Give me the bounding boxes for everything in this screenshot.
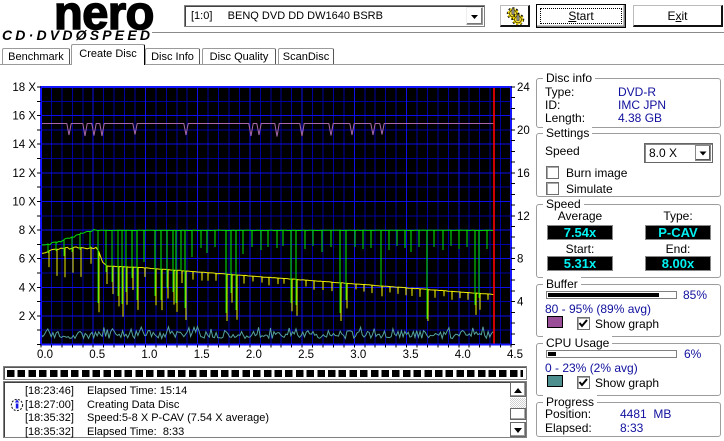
svg-text:4.5: 4.5 xyxy=(507,349,523,361)
svg-text:14 X: 14 X xyxy=(12,139,36,151)
svg-text:24: 24 xyxy=(517,82,530,94)
svg-text:8 X: 8 X xyxy=(19,225,37,237)
svg-text:8: 8 xyxy=(517,254,523,266)
svg-text:20: 20 xyxy=(517,125,530,137)
svg-text:3.5: 3.5 xyxy=(403,349,419,361)
svg-text:2.5: 2.5 xyxy=(298,349,314,361)
svg-text:4 X: 4 X xyxy=(19,282,37,294)
svg-text:12 X: 12 X xyxy=(12,168,36,180)
svg-text:0.0: 0.0 xyxy=(37,349,53,361)
svg-text:4: 4 xyxy=(517,297,524,309)
svg-text:1.0: 1.0 xyxy=(141,349,157,361)
svg-text:2.0: 2.0 xyxy=(246,349,262,361)
svg-text:3.0: 3.0 xyxy=(350,349,366,361)
svg-text:2 X: 2 X xyxy=(19,311,37,323)
svg-text:16 X: 16 X xyxy=(12,111,36,123)
svg-text:0.5: 0.5 xyxy=(89,349,105,361)
svg-text:1.5: 1.5 xyxy=(194,349,210,361)
svg-text:4.0: 4.0 xyxy=(455,349,471,361)
svg-text:18 X: 18 X xyxy=(12,82,36,94)
svg-text:12: 12 xyxy=(517,211,530,223)
svg-text:10 X: 10 X xyxy=(12,196,36,208)
svg-text:16: 16 xyxy=(517,168,530,180)
svg-text:6 X: 6 X xyxy=(19,254,37,266)
